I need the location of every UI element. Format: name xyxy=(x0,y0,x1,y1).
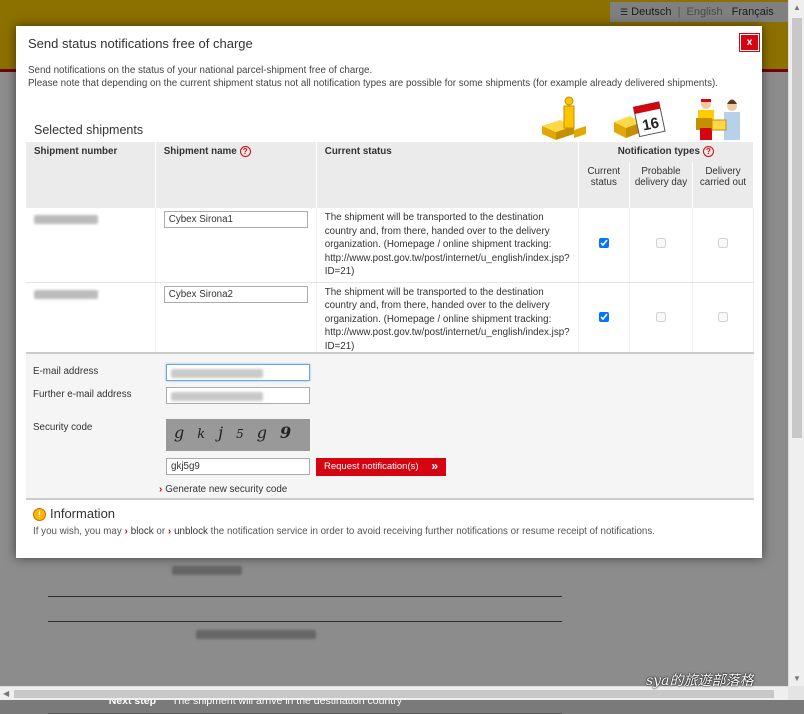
shipment-number-cell xyxy=(26,208,156,283)
table-row: The shipment will be transported to the … xyxy=(26,208,754,283)
scrollbar-thumb[interactable] xyxy=(14,690,774,698)
scroll-down-icon[interactable]: ▼ xyxy=(793,674,801,683)
help-icon[interactable]: ? xyxy=(702,146,714,157)
calendar-parcels-icon: 16 xyxy=(614,101,666,138)
svg-text:16: 16 xyxy=(641,114,661,134)
probable-delivery-day-checkbox[interactable] xyxy=(655,312,666,322)
col-notification-types: Notification types? xyxy=(578,142,755,162)
information-title: ! Information xyxy=(33,506,115,521)
watermark: sya的旅遊部落格 xyxy=(646,673,754,689)
information-section: ! Information If you wish, you may › block… xyxy=(26,498,754,558)
table-row: The shipment will be transported to the … xyxy=(26,282,754,357)
request-notifications-button[interactable]: Request notification(s) » xyxy=(316,458,446,476)
delivery-carried-out-checkbox[interactable] xyxy=(718,312,728,322)
captcha-image: gkj5g9 xyxy=(166,419,310,451)
shipment-number-cell xyxy=(26,282,156,357)
shipment-name-input[interactable] xyxy=(163,285,308,303)
shipment-name-cell xyxy=(155,208,317,283)
col-shipment-number: Shipment number xyxy=(26,142,156,208)
shipments-table: Shipment number Shipment name? Current s… xyxy=(26,142,755,357)
scroll-up-icon[interactable]: ▲ xyxy=(793,3,801,12)
security-code-label: Security code xyxy=(33,422,93,433)
notification-form: E-mail address Further e-mail address Se… xyxy=(26,352,754,498)
current-status-checkbox[interactable] xyxy=(598,237,609,248)
section-title: Selected shipments xyxy=(34,123,144,137)
help-icon[interactable]: ? xyxy=(239,146,251,157)
status-cell: The shipment will be transported to the … xyxy=(316,282,579,357)
col-shipment-name: Shipment name? xyxy=(155,142,317,208)
col-delivery-carried-out: Delivery carried out xyxy=(692,162,754,208)
delivery-carried-out-checkbox[interactable] xyxy=(718,237,728,248)
col-current-status-notify: Current status xyxy=(578,162,630,208)
notification-dialog: x Send status notifications free of char… xyxy=(16,26,762,558)
probable-delivery-day-checkbox[interactable] xyxy=(655,237,666,248)
vertical-scrollbar[interactable]: ▲ ▼ xyxy=(788,0,804,686)
email-label: E-mail address xyxy=(33,366,99,377)
generate-security-code-link[interactable]: › Generate new security code xyxy=(159,484,287,495)
dialog-intro: Send notifications on the status of your… xyxy=(28,65,718,89)
status-cell: The shipment will be transported to the … xyxy=(316,208,579,283)
col-current-status: Current status xyxy=(316,142,579,208)
chevron-right-icon: › xyxy=(159,484,163,495)
scrollbar-corner xyxy=(788,686,804,700)
shipment-name-input[interactable] xyxy=(163,211,308,228)
double-chevron-icon: » xyxy=(431,459,438,473)
close-button[interactable]: x xyxy=(740,34,759,51)
dialog-title: Send status notifications free of charge xyxy=(28,36,253,51)
col-probable-delivery-day: Probable delivery day xyxy=(629,162,694,208)
information-text: If you wish, you may › block or › unblock … xyxy=(33,526,655,537)
further-email-label: Further e-mail address xyxy=(33,389,132,400)
info-icon: ! xyxy=(33,508,46,521)
delivery-people-icon xyxy=(696,99,740,140)
unblock-link[interactable]: › unblock xyxy=(168,526,208,537)
block-link[interactable]: › block xyxy=(125,526,154,537)
security-code-input[interactable] xyxy=(166,458,310,475)
chevron-right-icon: › xyxy=(167,526,172,537)
shipment-name-cell xyxy=(155,282,317,357)
current-status-checkbox[interactable] xyxy=(598,312,609,322)
info-parcels-icon xyxy=(542,96,586,140)
chevron-right-icon: › xyxy=(124,526,128,537)
scroll-left-icon[interactable]: ◀ xyxy=(3,689,9,698)
scrollbar-thumb[interactable] xyxy=(792,18,802,438)
